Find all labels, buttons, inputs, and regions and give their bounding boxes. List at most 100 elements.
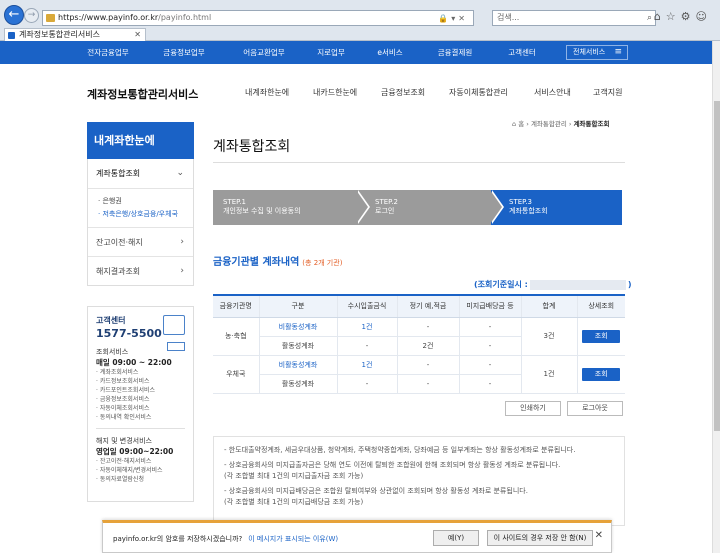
topnav-item-1[interactable]: 전자금융업무 [86, 41, 130, 64]
cs-svc-item: · 자동이체조회서비스 [96, 405, 150, 412]
cs-svc-item: · 계좌조회서비스 [96, 369, 139, 376]
sidebar-item-result[interactable]: 해지결과조회 › [88, 256, 193, 285]
yes-button[interactable]: 예(Y) [433, 530, 479, 546]
forward-icon[interactable]: → [24, 8, 39, 23]
cs-svc-item: · 금융정보조회서비스 [96, 396, 150, 403]
page-title: 계좌통합조회 [213, 139, 291, 155]
submenu-savings[interactable]: · 저축은행/상호금융/우체국 [98, 208, 193, 221]
toolbar-icons[interactable]: ⌂☆⚙☺ [654, 10, 712, 23]
menu-item-1[interactable]: 내계좌한눈에 [245, 87, 289, 98]
why-link[interactable]: 이 메시지가 표시되는 이유(W) [248, 535, 338, 543]
browser-chrome: ← → https://www.payinfo.or.kr/payinfo.ht… [0, 0, 720, 41]
cs-svc-hours: 매일 09:00 ~ 22:00 [96, 358, 172, 367]
menu-item-3[interactable]: 금융정보조회 [381, 87, 425, 98]
address-tools-icon[interactable]: 🔒▾✕ [438, 12, 468, 26]
browser-search-input[interactable]: 검색... ⌕ [492, 10, 656, 26]
topnav-item-4[interactable]: 지로업무 [314, 41, 348, 64]
print-button[interactable]: 인쇄하기 [505, 401, 561, 416]
cell-value: - [396, 374, 459, 394]
top-nav: 전자금융업무 금융정보업무 어음교환업무 지로업무 e서비스 금융결제원 고객센… [0, 41, 712, 64]
breadcrumb-home[interactable]: 홈 [518, 120, 524, 128]
col-header: 합계 [520, 294, 577, 318]
url-main: https://www.payinfo.or.kr [58, 13, 159, 22]
cs-chg-title: 해지 및 변경서비스 [96, 437, 152, 445]
view-cell: 조회 [576, 355, 625, 394]
account-table: 금융기관명 구분 수시입출금식 정기 예,적금 미지급배당금 등 합계 상세조회… [213, 294, 625, 394]
col-header: 상세조회 [576, 294, 625, 318]
cs-svc-item: · 동의내역 확인서비스 [96, 414, 152, 421]
browser-tab[interactable]: 계좌정보통합관리서비스 ✕ [4, 28, 146, 41]
menu-item-2[interactable]: 내카드한눈에 [313, 87, 357, 98]
step-arrow-icon [490, 190, 502, 224]
menu-item-4[interactable]: 자동이체통합관리 [449, 87, 508, 98]
site-logo[interactable]: 계좌정보통합관리서비스 [87, 86, 198, 102]
total-value: 1건 [520, 355, 577, 394]
topnav-item-6[interactable]: 금융결제원 [436, 41, 474, 64]
notice-box: - 한도대출약정계좌, 세금우대상품, 청약계좌, 주택청약종합계좌, 당좌예금… [213, 436, 625, 526]
sidebar: 내계좌한눈에 계좌통합조회 ⌄ · 은행권 · 저축은행/상호금융/우체국 잔고… [87, 122, 194, 286]
back-icon[interactable]: ← [4, 5, 24, 25]
chevron-right-icon: › [180, 237, 184, 247]
chevron-down-icon: ⌄ [176, 168, 184, 178]
step-arrow-icon [356, 190, 368, 224]
breadcrumb-mid[interactable]: 계좌통합관리 [531, 120, 567, 128]
step-label: 개인정보 수집 및 이용동의 [223, 207, 301, 215]
all-services-button[interactable]: 전체서비스 ≡ [566, 45, 628, 60]
sidebar-title: 내계좌한눈에 [87, 122, 194, 159]
favicon-icon [8, 32, 15, 39]
cell-value[interactable]: 1건 [336, 355, 397, 375]
tab-close-icon[interactable]: ✕ [134, 29, 141, 41]
divider [96, 428, 185, 429]
cell-value: - [336, 374, 397, 394]
logout-button[interactable]: 로그아웃 [567, 401, 623, 416]
topnav-item-5[interactable]: e서비스 [375, 41, 405, 64]
chevron-right-icon: › [180, 266, 184, 276]
step-1: STEP.1 개인정보 수집 및 이용동의 [213, 190, 357, 225]
cell-value: - [396, 355, 459, 375]
sidebar-submenu: · 은행권 · 저축은행/상호금융/우체국 [88, 188, 193, 227]
submenu-bank[interactable]: · 은행권 [98, 195, 193, 208]
sidebar-item-transfer[interactable]: 잔고이전·해지 › [88, 227, 193, 256]
cs-chg-hours: 영업일 09:00~22:00 [96, 447, 174, 456]
notice-line: (각 조합별 최대 1건의 미지급배당금 조회 가능) [224, 498, 364, 506]
never-save-button[interactable]: 이 사이트의 경우 저장 안 함(N) [487, 530, 593, 546]
menu-item-5[interactable]: 서비스안내 [534, 87, 571, 98]
cell-value: - [458, 374, 521, 394]
table-row: 우체국 비활동성계좌 1건 - - 1건 조회 [213, 355, 625, 394]
topnav-item-7[interactable]: 고객센터 [505, 41, 539, 64]
search-icon[interactable]: ⌕ [647, 11, 652, 25]
scrollbar-thumb[interactable] [714, 101, 720, 431]
info-card-icon [167, 342, 185, 351]
cs-svc-item: · 카드정보조회서비스 [96, 378, 150, 385]
home-icon[interactable]: ⌂ [512, 120, 516, 128]
account-type-link[interactable]: 비활동성계좌 [258, 317, 337, 337]
account-type-link[interactable]: 비활동성계좌 [258, 355, 337, 375]
account-type: 활동성계좌 [258, 336, 337, 356]
topnav-item-2[interactable]: 금융정보업무 [160, 41, 208, 64]
cell-value: 2건 [396, 336, 459, 356]
cell-value: - [396, 317, 459, 337]
phone-card-icon [163, 315, 185, 335]
page-scrollbar[interactable] [712, 41, 720, 553]
col-header: 금융기관명 [213, 294, 259, 318]
view-button[interactable]: 조회 [582, 367, 621, 381]
sidebar-menu: 계좌통합조회 ⌄ · 은행권 · 저축은행/상호금융/우체국 잔고이전·해지 ›… [87, 159, 194, 286]
address-bar[interactable]: https://www.payinfo.or.kr/payinfo.html 🔒… [42, 10, 474, 26]
section-title: 금융기관별 계좌내역 (총 2개 기관) [213, 253, 342, 268]
step-3: STEP.3 계좌통합조회 [491, 190, 622, 225]
cell-value: - [458, 355, 521, 375]
cell-value[interactable]: 1건 [336, 317, 397, 337]
sidebar-item-account-inquiry[interactable]: 계좌통합조회 ⌄ [88, 159, 193, 188]
step-num: STEP.1 [223, 198, 246, 206]
step-label: 로그인 [375, 207, 395, 215]
query-date-suffix: ) [627, 280, 632, 289]
topnav-item-3[interactable]: 어음교환업무 [239, 41, 289, 64]
cs-chg-item: · 잔고이전·해지서비스 [96, 458, 152, 465]
cell-value: - [458, 336, 521, 356]
col-header: 미지급배당금 등 [458, 294, 521, 318]
close-icon[interactable]: ✕ [595, 530, 603, 541]
menu-item-6[interactable]: 고객지원 [593, 87, 622, 98]
lock-icon [46, 14, 55, 22]
view-cell: 조회 [576, 317, 625, 356]
view-button[interactable]: 조회 [582, 329, 621, 343]
